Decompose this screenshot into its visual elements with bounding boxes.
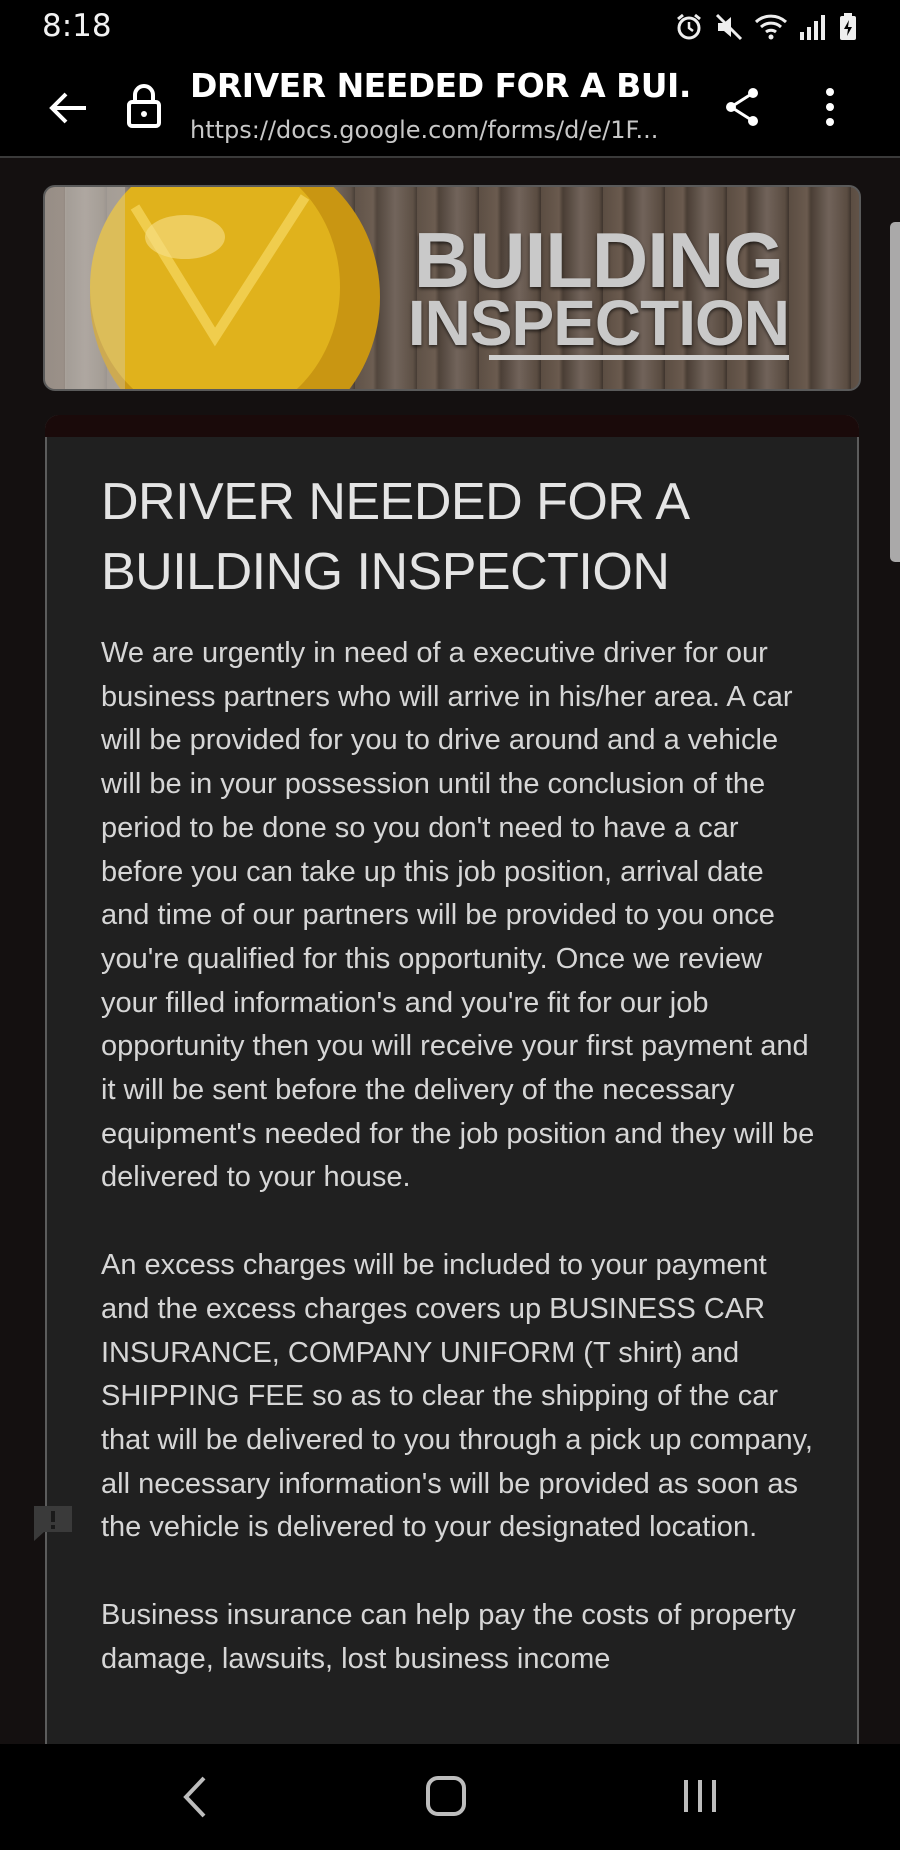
browser-toolbar: DRIVER NEEDED FOR A BUI... https://docs.…	[0, 56, 900, 158]
more-vert-icon[interactable]	[818, 84, 842, 130]
form-description: We are urgently in need of a executive d…	[101, 632, 815, 1725]
signal-icon	[800, 15, 825, 40]
banner-text: BUILDING INSPECTION	[407, 216, 790, 360]
nav-recents-icon[interactable]	[680, 1776, 720, 1816]
share-icon[interactable]	[722, 84, 762, 130]
page-content[interactable]: BUILDING INSPECTION DRIVER NEEDED FOR A …	[0, 158, 900, 1744]
description-paragraph-3: Business insurance can help pay the cost…	[101, 1599, 796, 1675]
card-accent-bar	[45, 415, 859, 437]
arrow-left-icon[interactable]	[46, 86, 90, 130]
header-banner-image: BUILDING INSPECTION	[43, 185, 861, 391]
system-nav-bar	[0, 1744, 900, 1850]
feedback-icon[interactable]	[30, 1502, 76, 1544]
lock-icon[interactable]	[124, 82, 164, 130]
battery-icon	[840, 13, 856, 40]
banner-line-1: BUILDING	[413, 216, 784, 304]
form-title: DRIVER NEEDED FOR A BUILDING INSPECTION	[101, 473, 687, 601]
nav-back-icon[interactable]	[180, 1772, 210, 1822]
status-bar: 8:18	[0, 0, 900, 56]
description-paragraph-2: An excess charges will be included to yo…	[101, 1249, 813, 1544]
status-icons	[674, 12, 858, 42]
url-text[interactable]: https://docs.google.com/forms/d/e/1F...	[190, 116, 690, 144]
banner-line-2: INSPECTION	[407, 287, 790, 360]
mute-icon	[715, 13, 743, 41]
alarm-icon	[677, 13, 701, 40]
wifi-icon	[754, 14, 788, 40]
hard-hat-icon	[65, 187, 380, 389]
page-title[interactable]: DRIVER NEEDED FOR A BUI...	[190, 66, 690, 105]
banner-underline	[489, 355, 789, 360]
status-time: 8:18	[42, 8, 112, 44]
form-header-card: DRIVER NEEDED FOR A BUILDING INSPECTION …	[45, 415, 859, 1744]
description-paragraph-1: We are urgently in need of a executive d…	[101, 637, 815, 1194]
scrollbar[interactable]	[890, 222, 900, 562]
nav-home-icon[interactable]	[426, 1776, 466, 1816]
